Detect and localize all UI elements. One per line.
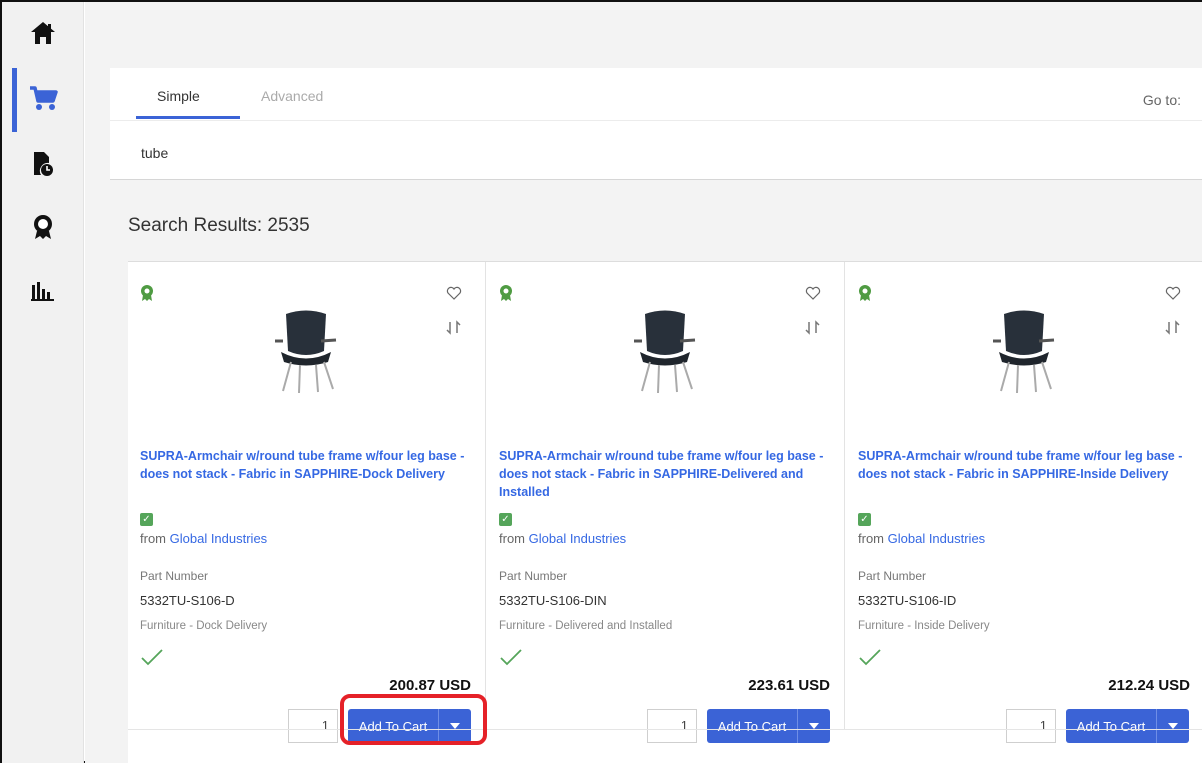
price-currency: USD xyxy=(798,677,830,694)
product-price: 200.87 USD xyxy=(389,677,471,694)
product-category: Furniture - Inside Delivery xyxy=(858,620,990,632)
supplier-line: from Global Industries xyxy=(499,531,626,546)
search-input[interactable]: tube xyxy=(110,120,1202,180)
certified-award-icon xyxy=(500,285,512,301)
add-to-cart-button[interactable]: Add To Cart xyxy=(1066,709,1156,743)
add-to-cart-dropdown-button[interactable] xyxy=(797,709,830,743)
goto-label[interactable]: Go to: xyxy=(1143,92,1181,108)
price-amount: 223.61 xyxy=(748,677,795,694)
availability-check-icon xyxy=(500,649,522,666)
supplier-line: from Global Industries xyxy=(140,531,267,546)
product-category: Furniture - Dock Delivery xyxy=(140,620,268,632)
supplier-line: from Global Industries xyxy=(858,531,985,546)
quantity-input[interactable]: 1 xyxy=(288,709,338,743)
product-image[interactable] xyxy=(271,307,341,393)
product-image[interactable] xyxy=(630,307,700,393)
product-title-link[interactable]: SUPRA-Armchair w/round tube frame w/four… xyxy=(858,447,1188,483)
price-amount: 200.87 xyxy=(389,677,436,694)
tab-simple[interactable]: Simple xyxy=(157,88,200,104)
availability-check-icon xyxy=(859,649,881,666)
nav-orders[interactable] xyxy=(2,132,84,194)
certified-award-icon xyxy=(859,285,871,301)
part-number-value: 5332TU-S106-DIN xyxy=(499,593,607,608)
product-card: SUPRA-Armchair w/round tube frame w/four… xyxy=(128,262,486,743)
part-number-value: 5332TU-S106-ID xyxy=(858,593,957,608)
price-currency: USD xyxy=(439,677,471,694)
sidebar-nav xyxy=(2,2,84,763)
search-panel: Simple Advanced Go to: tube xyxy=(110,68,1202,180)
product-title-link[interactable]: SUPRA-Armchair w/round tube frame w/four… xyxy=(140,447,470,483)
quantity-input[interactable]: 1 xyxy=(1006,709,1056,743)
compare-icon[interactable] xyxy=(1164,319,1181,336)
order-history-icon xyxy=(34,152,53,176)
supplier-prefix: from xyxy=(499,531,525,546)
cart-icon xyxy=(30,86,58,110)
product-image[interactable] xyxy=(989,307,1059,393)
part-number-label: Part Number xyxy=(858,569,927,583)
home-icon xyxy=(31,22,55,44)
results-grid: SUPRA-Armchair w/round tube frame w/four… xyxy=(128,261,1202,763)
verified-check-icon: ✓ xyxy=(140,513,153,526)
results-row-divider xyxy=(128,729,1202,730)
quantity-input[interactable]: 1 xyxy=(647,709,697,743)
verified-check-icon: ✓ xyxy=(499,513,512,526)
search-query-text: tube xyxy=(141,145,169,161)
nav-awards[interactable] xyxy=(2,196,84,258)
product-title-link[interactable]: SUPRA-Armchair w/round tube frame w/four… xyxy=(499,447,829,501)
compare-icon[interactable] xyxy=(445,319,462,336)
nav-home[interactable] xyxy=(2,2,84,64)
heart-icon[interactable] xyxy=(1165,285,1181,301)
active-tab-indicator xyxy=(136,116,240,119)
supplier-link[interactable]: Global Industries xyxy=(529,531,627,546)
price-currency: USD xyxy=(1158,677,1190,694)
heart-icon[interactable] xyxy=(446,285,462,301)
nav-shop[interactable] xyxy=(2,68,84,132)
supplier-link[interactable]: Global Industries xyxy=(170,531,268,546)
part-number-label: Part Number xyxy=(140,569,209,583)
add-to-cart-button[interactable]: Add To Cart xyxy=(707,709,797,743)
search-results-count: Search Results: 2535 xyxy=(128,215,310,236)
heart-icon[interactable] xyxy=(805,285,821,301)
certified-award-icon xyxy=(141,285,153,301)
availability-check-icon xyxy=(141,649,163,666)
product-card: SUPRA-Armchair w/round tube frame w/four… xyxy=(846,262,1202,743)
product-card: SUPRA-Armchair w/round tube frame w/four… xyxy=(487,262,845,743)
compare-icon[interactable] xyxy=(804,319,821,336)
add-to-cart-dropdown-button[interactable] xyxy=(1156,709,1189,743)
add-to-cart-highlight xyxy=(340,694,487,745)
supplier-prefix: from xyxy=(858,531,884,546)
part-number-value: 5332TU-S106-D xyxy=(140,593,235,608)
part-number-label: Part Number xyxy=(499,569,568,583)
price-amount: 212.24 xyxy=(1108,677,1155,694)
award-icon xyxy=(34,215,52,239)
supplier-prefix: from xyxy=(140,531,166,546)
tab-advanced[interactable]: Advanced xyxy=(261,88,323,104)
search-tabs: Simple Advanced Go to: xyxy=(110,68,1202,120)
nav-analytics[interactable] xyxy=(2,260,84,322)
product-price: 212.24 USD xyxy=(1108,677,1190,694)
verified-check-icon: ✓ xyxy=(858,513,871,526)
supplier-link[interactable]: Global Industries xyxy=(888,531,986,546)
product-category: Furniture - Delivered and Installed xyxy=(499,620,673,632)
analytics-icon xyxy=(31,282,54,301)
product-price: 223.61 USD xyxy=(748,677,830,694)
